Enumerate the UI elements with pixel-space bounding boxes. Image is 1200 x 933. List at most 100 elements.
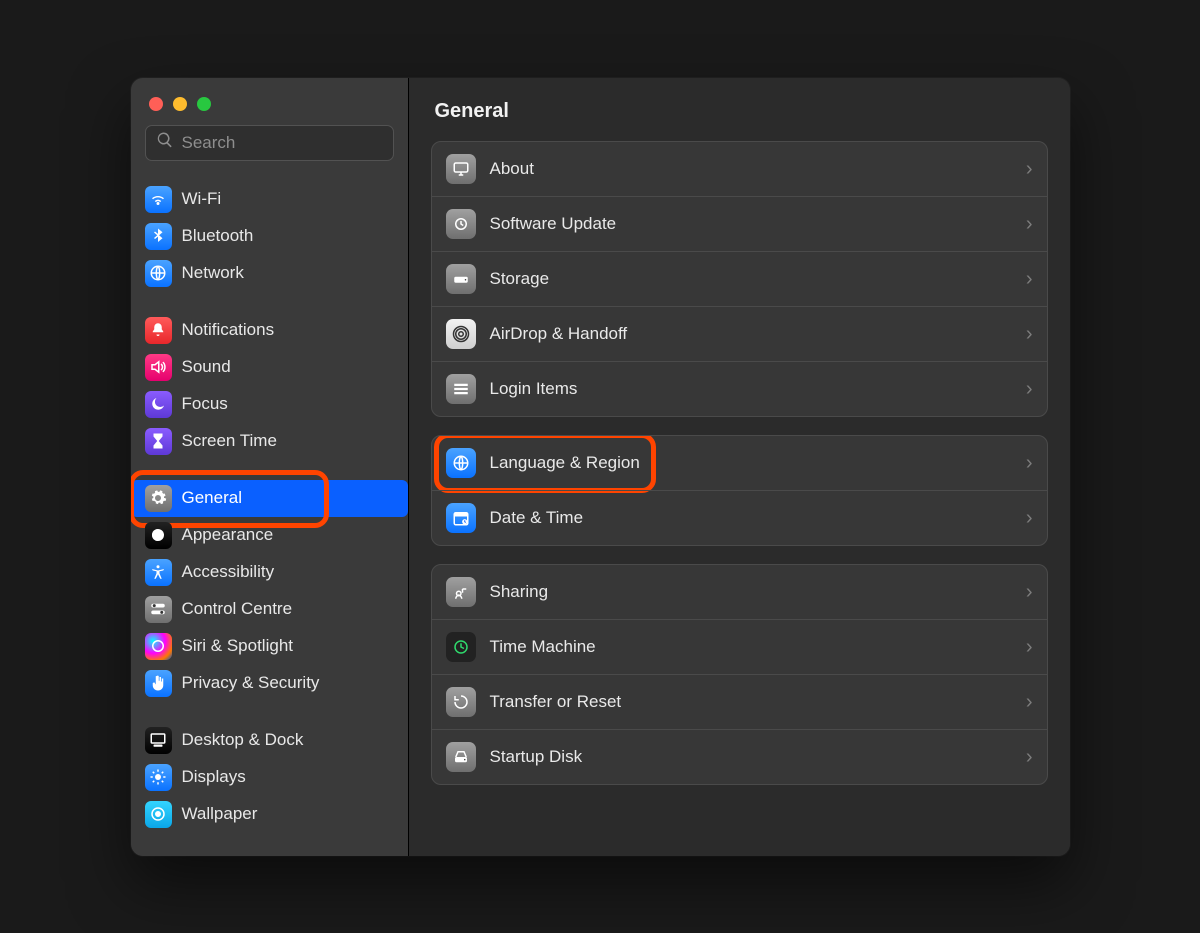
sidebar-item-privacy-security[interactable]: Privacy & Security	[131, 665, 408, 702]
settings-row-label: Date & Time	[490, 508, 1012, 528]
sidebar-item-label: Screen Time	[182, 431, 277, 451]
chevron-right-icon: ›	[1026, 637, 1033, 657]
settings-row-airdrop-handoff[interactable]: AirDrop & Handoff›	[432, 306, 1047, 361]
maximize-window-button[interactable]	[197, 97, 211, 111]
sidebar-item-label: Network	[182, 263, 244, 283]
sidebar-item-control-centre[interactable]: Control Centre	[131, 591, 408, 628]
hand-icon	[145, 670, 172, 697]
sidebar-item-bluetooth[interactable]: Bluetooth	[131, 218, 408, 255]
brightness-icon	[145, 764, 172, 791]
sidebar-item-desktop-dock[interactable]: Desktop & Dock	[131, 722, 408, 759]
reset-icon	[446, 687, 476, 717]
settings-row-transfer-or-reset[interactable]: Transfer or Reset ›	[432, 674, 1047, 729]
accessibility-icon	[145, 559, 172, 586]
moon-icon	[145, 391, 172, 418]
settings-group: About› Software Update › Storage › AirDrop & …	[431, 141, 1048, 417]
sidebar-item-label: Accessibility	[182, 562, 275, 582]
sidebar-item-displays[interactable]: Displays	[131, 759, 408, 796]
sidebar-list[interactable]: Wi-Fi Bluetooth Network Notifications Sound F…	[131, 167, 408, 856]
sidebar-item-label: Wi-Fi	[182, 189, 222, 209]
sidebar-item-accessibility[interactable]: Accessibility	[131, 554, 408, 591]
sound-icon	[145, 354, 172, 381]
minimize-window-button[interactable]	[173, 97, 187, 111]
sidebar-item-label: Control Centre	[182, 599, 293, 619]
sidebar-item-label: Displays	[182, 767, 246, 787]
bell-icon	[145, 317, 172, 344]
sidebar-item-label: Bluetooth	[182, 226, 254, 246]
sidebar-item-screen-time[interactable]: Screen Time	[131, 423, 408, 460]
storage-icon	[446, 264, 476, 294]
chevron-right-icon: ›	[1026, 269, 1033, 289]
settings-row-sharing[interactable]: Sharing ›	[432, 565, 1047, 619]
settings-row-storage[interactable]: Storage ›	[432, 251, 1047, 306]
settings-row-label: Language & Region	[490, 453, 1012, 473]
chevron-right-icon: ›	[1026, 214, 1033, 234]
sidebar-header	[131, 78, 408, 167]
sidebar-item-label: General	[182, 488, 242, 508]
sidebar-item-siri-spotlight[interactable]: Siri & Spotlight	[131, 628, 408, 665]
sidebar-item-network[interactable]: Network	[131, 255, 408, 292]
sidebar-item-notifications[interactable]: Notifications	[131, 312, 408, 349]
disk-icon	[446, 742, 476, 772]
airdrop-icon	[446, 319, 476, 349]
settings-row-label: Login Items	[490, 379, 1012, 399]
settings-row-label: Transfer or Reset	[490, 692, 1012, 712]
sharing-icon	[446, 577, 476, 607]
chevron-right-icon: ›	[1026, 692, 1033, 712]
appearance-icon	[145, 522, 172, 549]
sidebar: Wi-Fi Bluetooth Network Notifications Sound F…	[131, 78, 409, 856]
sidebar-item-focus[interactable]: Focus	[131, 386, 408, 423]
settings-row-login-items[interactable]: Login Items ›	[432, 361, 1047, 416]
sidebar-item-label: Wallpaper	[182, 804, 258, 824]
bluetooth-icon	[145, 223, 172, 250]
sidebar-item-label: Notifications	[182, 320, 275, 340]
sidebar-group: Desktop & Dock Displays Wallpaper	[131, 716, 408, 847]
settings-row-label: Storage	[490, 269, 1012, 289]
globe-icon	[446, 448, 476, 478]
search-field[interactable]	[145, 125, 394, 161]
sidebar-item-label: Sound	[182, 357, 231, 377]
settings-row-startup-disk[interactable]: Startup Disk ›	[432, 729, 1047, 784]
settings-row-label: Sharing	[490, 582, 1012, 602]
sidebar-item-label: Appearance	[182, 525, 274, 545]
chevron-right-icon: ›	[1026, 747, 1033, 767]
gear-refresh-icon	[446, 209, 476, 239]
settings-row-about[interactable]: About›	[432, 142, 1047, 196]
sidebar-item-appearance[interactable]: Appearance	[131, 517, 408, 554]
sidebar-group: Notifications Sound Focus Screen Time	[131, 306, 408, 474]
gear-icon	[145, 485, 172, 512]
chevron-right-icon: ›	[1026, 159, 1033, 179]
chevron-right-icon: ›	[1026, 582, 1033, 602]
sidebar-item-wallpaper[interactable]: Wallpaper	[131, 796, 408, 833]
chevron-right-icon: ›	[1026, 453, 1033, 473]
sidebar-item-label: Desktop & Dock	[182, 730, 304, 750]
sidebar-item-general[interactable]: General	[131, 480, 408, 517]
close-window-button[interactable]	[149, 97, 163, 111]
timemachine-icon	[446, 632, 476, 662]
settings-row-language-region[interactable]: Language & Region ›	[432, 436, 1047, 490]
settings-row-software-update[interactable]: Software Update ›	[432, 196, 1047, 251]
settings-row-label: Software Update	[490, 214, 1012, 234]
settings-row-label: Startup Disk	[490, 747, 1012, 767]
settings-row-label: Time Machine	[490, 637, 1012, 657]
wifi-icon	[145, 186, 172, 213]
wallpaper-icon	[145, 801, 172, 828]
list-icon	[446, 374, 476, 404]
search-input[interactable]	[182, 133, 403, 153]
chevron-right-icon: ›	[1026, 379, 1033, 399]
sidebar-item-sound[interactable]: Sound	[131, 349, 408, 386]
chevron-right-icon: ›	[1026, 508, 1033, 528]
monitor-icon	[446, 154, 476, 184]
siri-icon	[145, 633, 172, 660]
settings-row-time-machine[interactable]: Time Machine ›	[432, 619, 1047, 674]
settings-group: Sharing›Time Machine›Transfer or Reset›S…	[431, 564, 1048, 785]
sidebar-item-wi-fi[interactable]: Wi-Fi	[131, 181, 408, 218]
sidebar-item-label: Focus	[182, 394, 228, 414]
sidebar-group: Wi-Fi Bluetooth Network	[131, 175, 408, 306]
sidebar-group: General Appearance Accessibility Control Ce…	[131, 474, 408, 716]
settings-row-label: AirDrop & Handoff	[490, 324, 1012, 344]
settings-group: Language & Region › Date & Time ›	[431, 435, 1048, 546]
hourglass-icon	[145, 428, 172, 455]
page-title: General	[431, 96, 1048, 141]
settings-row-date-time[interactable]: Date & Time ›	[432, 490, 1047, 545]
